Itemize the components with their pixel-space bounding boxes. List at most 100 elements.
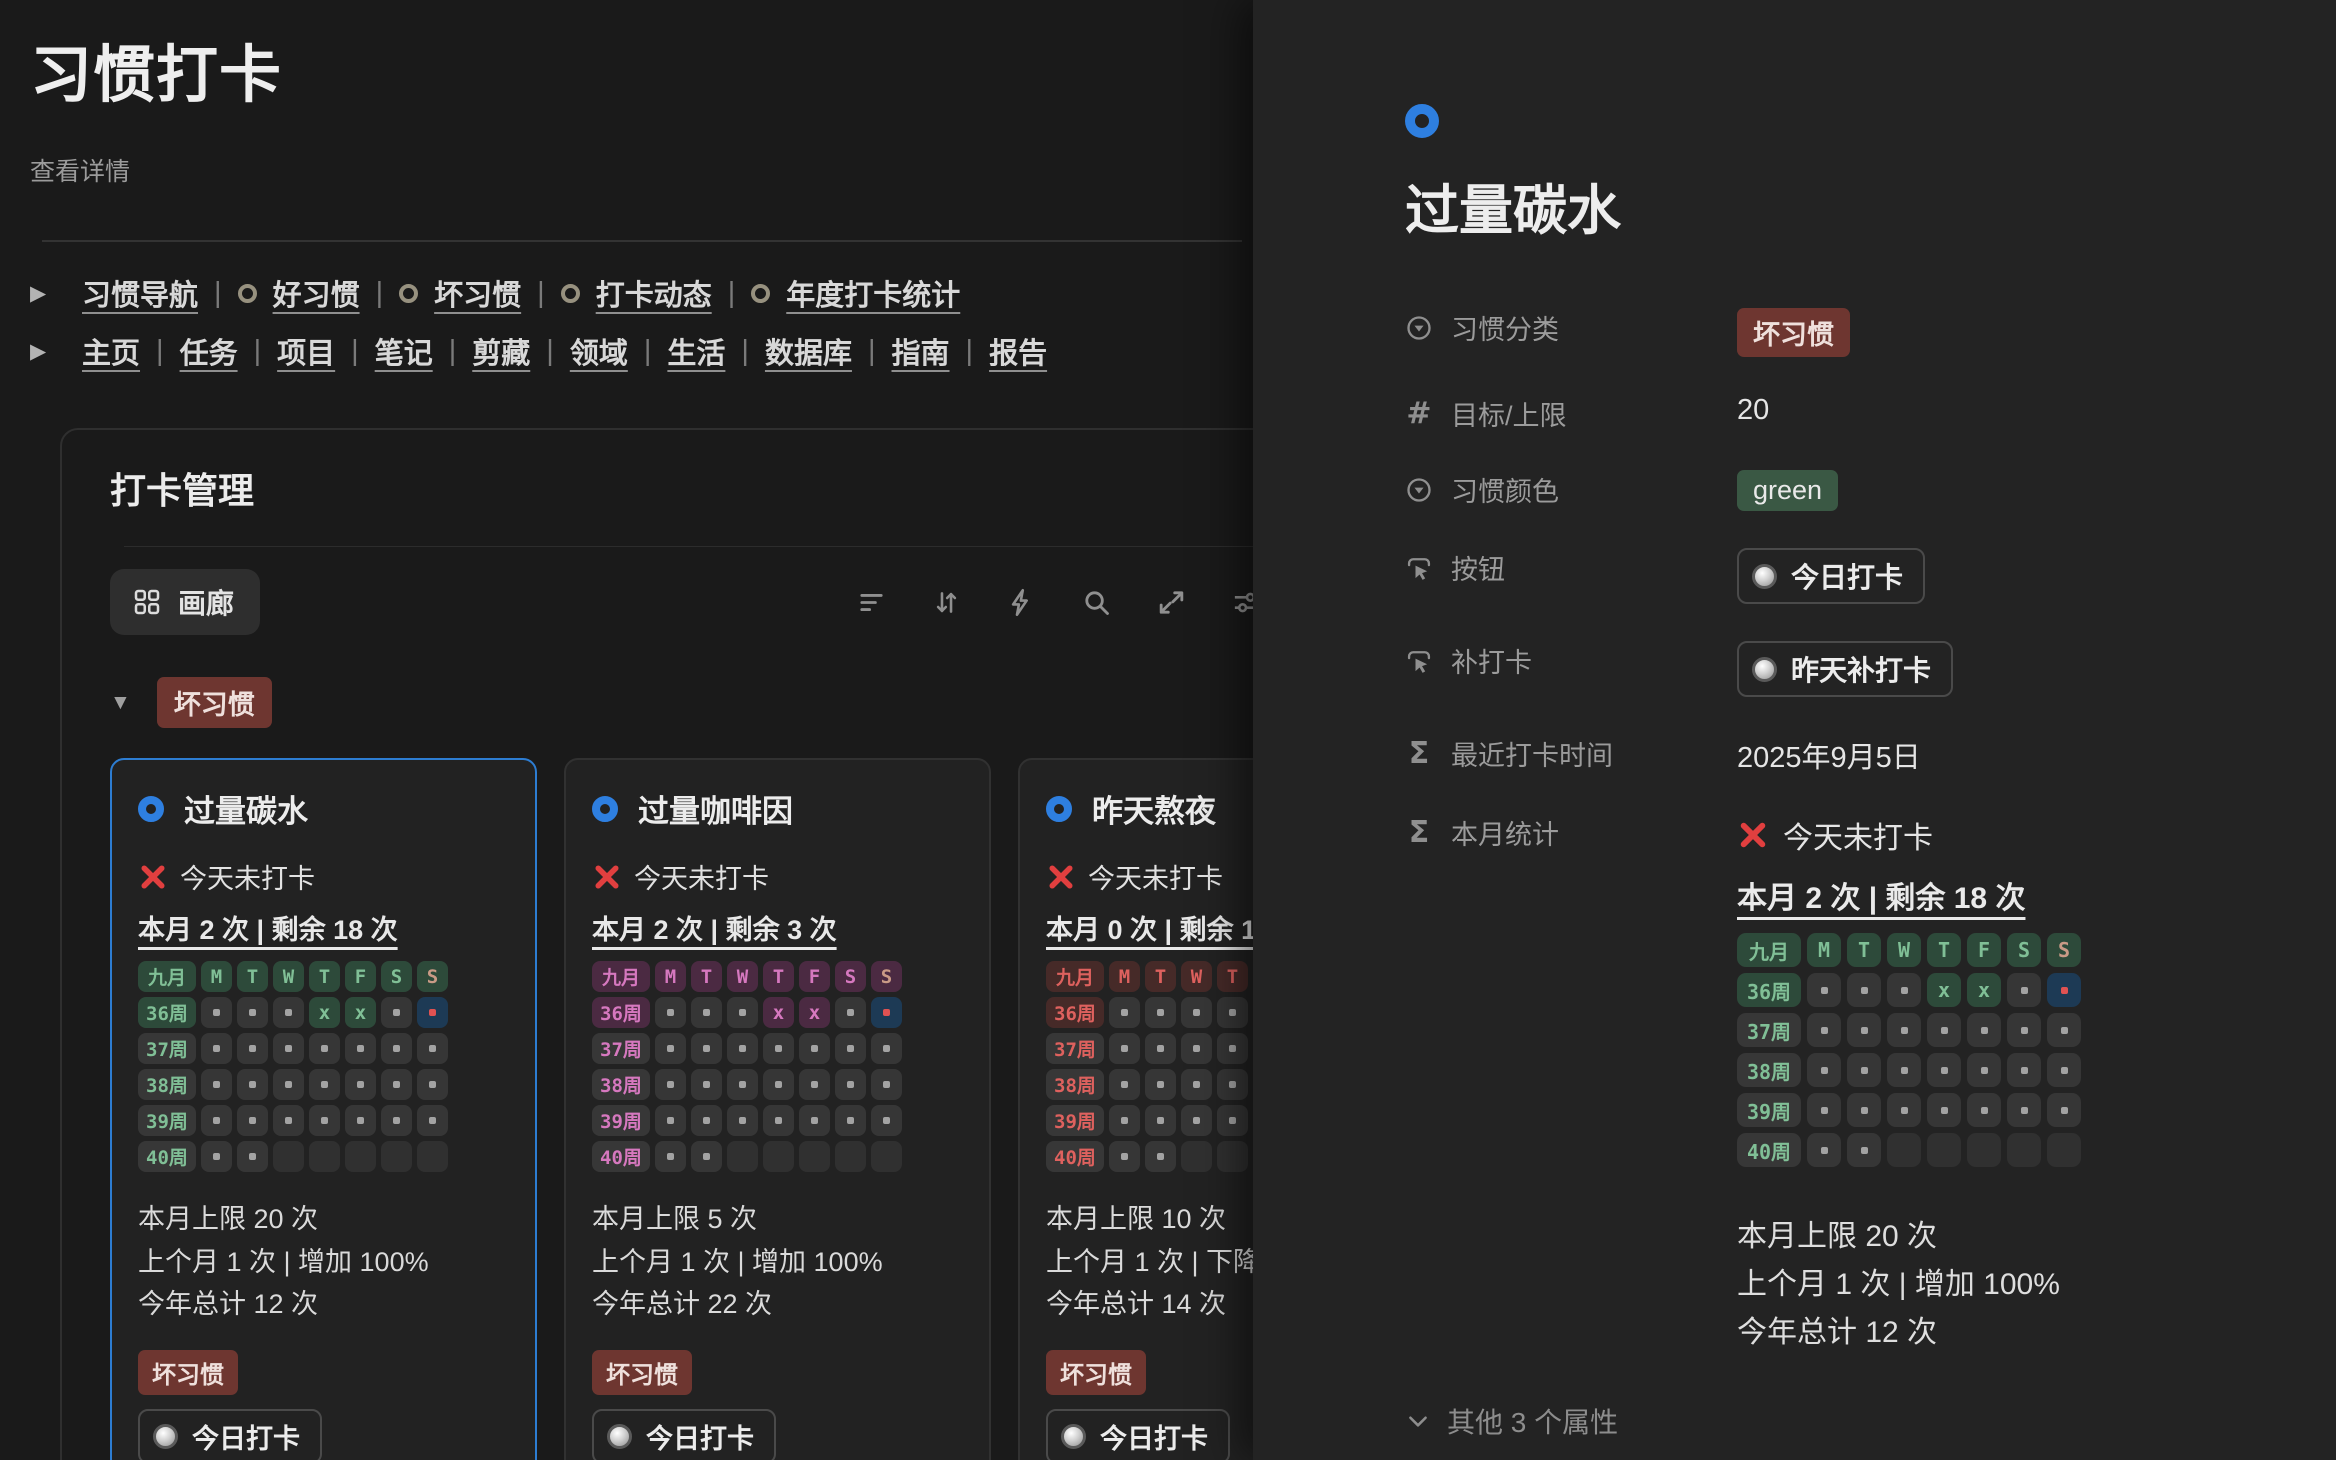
calendar-dot — [1821, 1107, 1828, 1114]
panel-title[interactable]: 过量碳水 — [1405, 166, 2276, 245]
page-bullet-icon — [238, 284, 257, 303]
stat-line: 本月上限 5 次 — [592, 1198, 963, 1241]
sort-icon[interactable] — [931, 587, 962, 618]
calendar-cell — [201, 1141, 232, 1172]
property-label-text: 本月统计 — [1451, 813, 1559, 852]
nav-link-指南[interactable]: 指南 — [892, 330, 950, 372]
calendar-cell — [2007, 1133, 2041, 1167]
calendar-cell — [691, 1141, 722, 1172]
calendar-week-label: 37周 — [138, 1033, 196, 1064]
calendar-day-header: S — [381, 961, 412, 992]
page-subtitle: 查看详情 — [30, 152, 1253, 188]
calendar-dot — [393, 1117, 400, 1124]
nav-link-主页[interactable]: 主页 — [82, 330, 140, 372]
calendar-day-header: M — [1109, 961, 1140, 992]
select-property-icon — [1405, 314, 1433, 342]
property-label[interactable]: #目标/上限 — [1405, 387, 1737, 433]
status-text: 今天未打卡 — [1783, 813, 1933, 857]
calendar-dot — [357, 1117, 364, 1124]
nav-link-3[interactable]: 打卡动态 — [596, 272, 712, 314]
property-value: 2025年9月5日 — [1737, 727, 1921, 776]
calendar-dot — [1861, 1147, 1868, 1154]
calendar-day-header: W — [1887, 933, 1921, 967]
nav-separator: | — [537, 277, 545, 310]
nav-link-2[interactable]: 坏习惯 — [434, 272, 521, 314]
calendar-dot — [213, 1081, 220, 1088]
calendar-today-dot — [429, 1009, 436, 1016]
property-label[interactable]: 补打卡 — [1405, 634, 1737, 680]
nav-link-4[interactable]: 年度打卡统计 — [786, 272, 960, 314]
search-icon[interactable] — [1081, 587, 1112, 618]
calendar-dot — [1121, 1009, 1128, 1016]
status-text: 今天未打卡 — [180, 857, 315, 896]
calendar-week-label: 39周 — [1737, 1093, 1801, 1127]
calendar-month-header: 九月 — [1046, 961, 1104, 992]
nav-link-领域[interactable]: 领域 — [570, 330, 628, 372]
calendar-cell — [2047, 1013, 2081, 1047]
calendar-dot — [249, 1045, 256, 1052]
zap-icon[interactable] — [1006, 587, 1037, 618]
calendar-cell: x — [309, 997, 340, 1028]
property-tag[interactable]: 坏习惯 — [1737, 308, 1850, 357]
property-label[interactable]: 习惯分类 — [1405, 301, 1737, 347]
calendar-dot — [285, 1045, 292, 1052]
toggle-right-icon[interactable]: ▶ — [30, 339, 66, 364]
property-row-0: 习惯分类坏习惯 — [1405, 301, 2276, 357]
property-tag[interactable]: green — [1737, 470, 1838, 511]
nav-link-项目[interactable]: 项目 — [277, 330, 335, 372]
calendar-dot — [213, 1009, 220, 1016]
property-text-value[interactable]: 2025年9月5日 — [1737, 742, 1921, 774]
calendar-dot — [775, 1045, 782, 1052]
property-text-value[interactable]: 20 — [1737, 394, 1769, 426]
expand-icon[interactable] — [1156, 587, 1187, 618]
calendar-dot — [2021, 1067, 2028, 1074]
nav-link-笔记[interactable]: 笔记 — [375, 330, 433, 372]
property-label[interactable]: 习惯颜色 — [1405, 463, 1737, 509]
habit-ring-icon[interactable] — [1405, 104, 1439, 138]
toggle-down-icon[interactable]: ▼ — [110, 691, 131, 715]
nav-link-生活[interactable]: 生活 — [667, 330, 725, 372]
habit-card-2[interactable]: 昨天熬夜今天未打卡本月 0 次 | 剩余 10 次九月MTWTFSS36周37周… — [1018, 758, 1253, 1460]
nav-link-报告[interactable]: 报告 — [989, 330, 1047, 372]
property-label[interactable]: Σ本月统计 — [1405, 806, 1737, 852]
calendar-dot — [883, 1117, 890, 1124]
more-properties-toggle[interactable]: 其他 3 个属性 — [1405, 1401, 2276, 1441]
tab-gallery[interactable]: 画廊 — [110, 569, 260, 635]
calendar-dot — [883, 1045, 890, 1052]
calendar-cell: x — [763, 997, 794, 1028]
nav-link-剪藏[interactable]: 剪藏 — [472, 330, 530, 372]
checkin-button[interactable]: 今日打卡 — [1737, 548, 1925, 604]
nav-link-0[interactable]: 习惯导航 — [82, 272, 198, 314]
nav-separator: | — [351, 335, 359, 368]
calendar-cell — [417, 1141, 448, 1172]
calendar-week-label: 38周 — [1046, 1069, 1104, 1100]
calendar-cell — [691, 1069, 722, 1100]
nav-link-1[interactable]: 好习惯 — [273, 272, 360, 314]
checkin-button[interactable]: 今日打卡 — [1046, 1409, 1230, 1460]
property-label[interactable]: 按钮 — [1405, 541, 1737, 587]
status-row: 今天未打卡 — [592, 857, 963, 896]
filter-icon[interactable] — [856, 587, 887, 618]
card-stats: 本月上限 5 次上个月 1 次 | 增加 100%今年总计 22 次 — [592, 1198, 963, 1326]
calendar-cell — [835, 1141, 866, 1172]
calendar-dot — [1981, 1067, 1988, 1074]
card-title: 过量咖啡因 — [638, 786, 793, 831]
checkin-button[interactable]: 今日打卡 — [138, 1409, 322, 1460]
calendar-cell — [237, 1069, 268, 1100]
habit-card-0[interactable]: 过量碳水今天未打卡本月 2 次 | 剩余 18 次九月MTWTFSS36周xx3… — [110, 758, 537, 1460]
view-toolbar — [856, 587, 1253, 618]
calendar-cell — [2007, 1093, 2041, 1127]
property-label[interactable]: Σ最近打卡时间 — [1405, 727, 1737, 773]
month-summary: 本月 0 次 | 剩余 10 次 — [1046, 908, 1253, 947]
checkin-button[interactable]: 今日打卡 — [592, 1409, 776, 1460]
page-body: 习惯打卡 查看详情 ▶ 习惯导航|好习惯|坏习惯|打卡动态|年度打卡统计 ▶ 主… — [0, 0, 1253, 1460]
calendar-cell — [381, 1141, 412, 1172]
habit-card-1[interactable]: 过量咖啡因今天未打卡本月 2 次 | 剩余 3 次九月MTWTFSS36周xx3… — [564, 758, 991, 1460]
checkin-button[interactable]: 昨天补打卡 — [1737, 641, 1953, 697]
toggle-right-icon[interactable]: ▶ — [30, 281, 66, 306]
property-row-3: 按钮今日打卡 — [1405, 541, 2276, 604]
calendar-dot — [2021, 1027, 2028, 1034]
sliders-icon[interactable] — [1231, 587, 1253, 618]
nav-link-数据库[interactable]: 数据库 — [765, 330, 852, 372]
nav-link-任务[interactable]: 任务 — [180, 330, 238, 372]
